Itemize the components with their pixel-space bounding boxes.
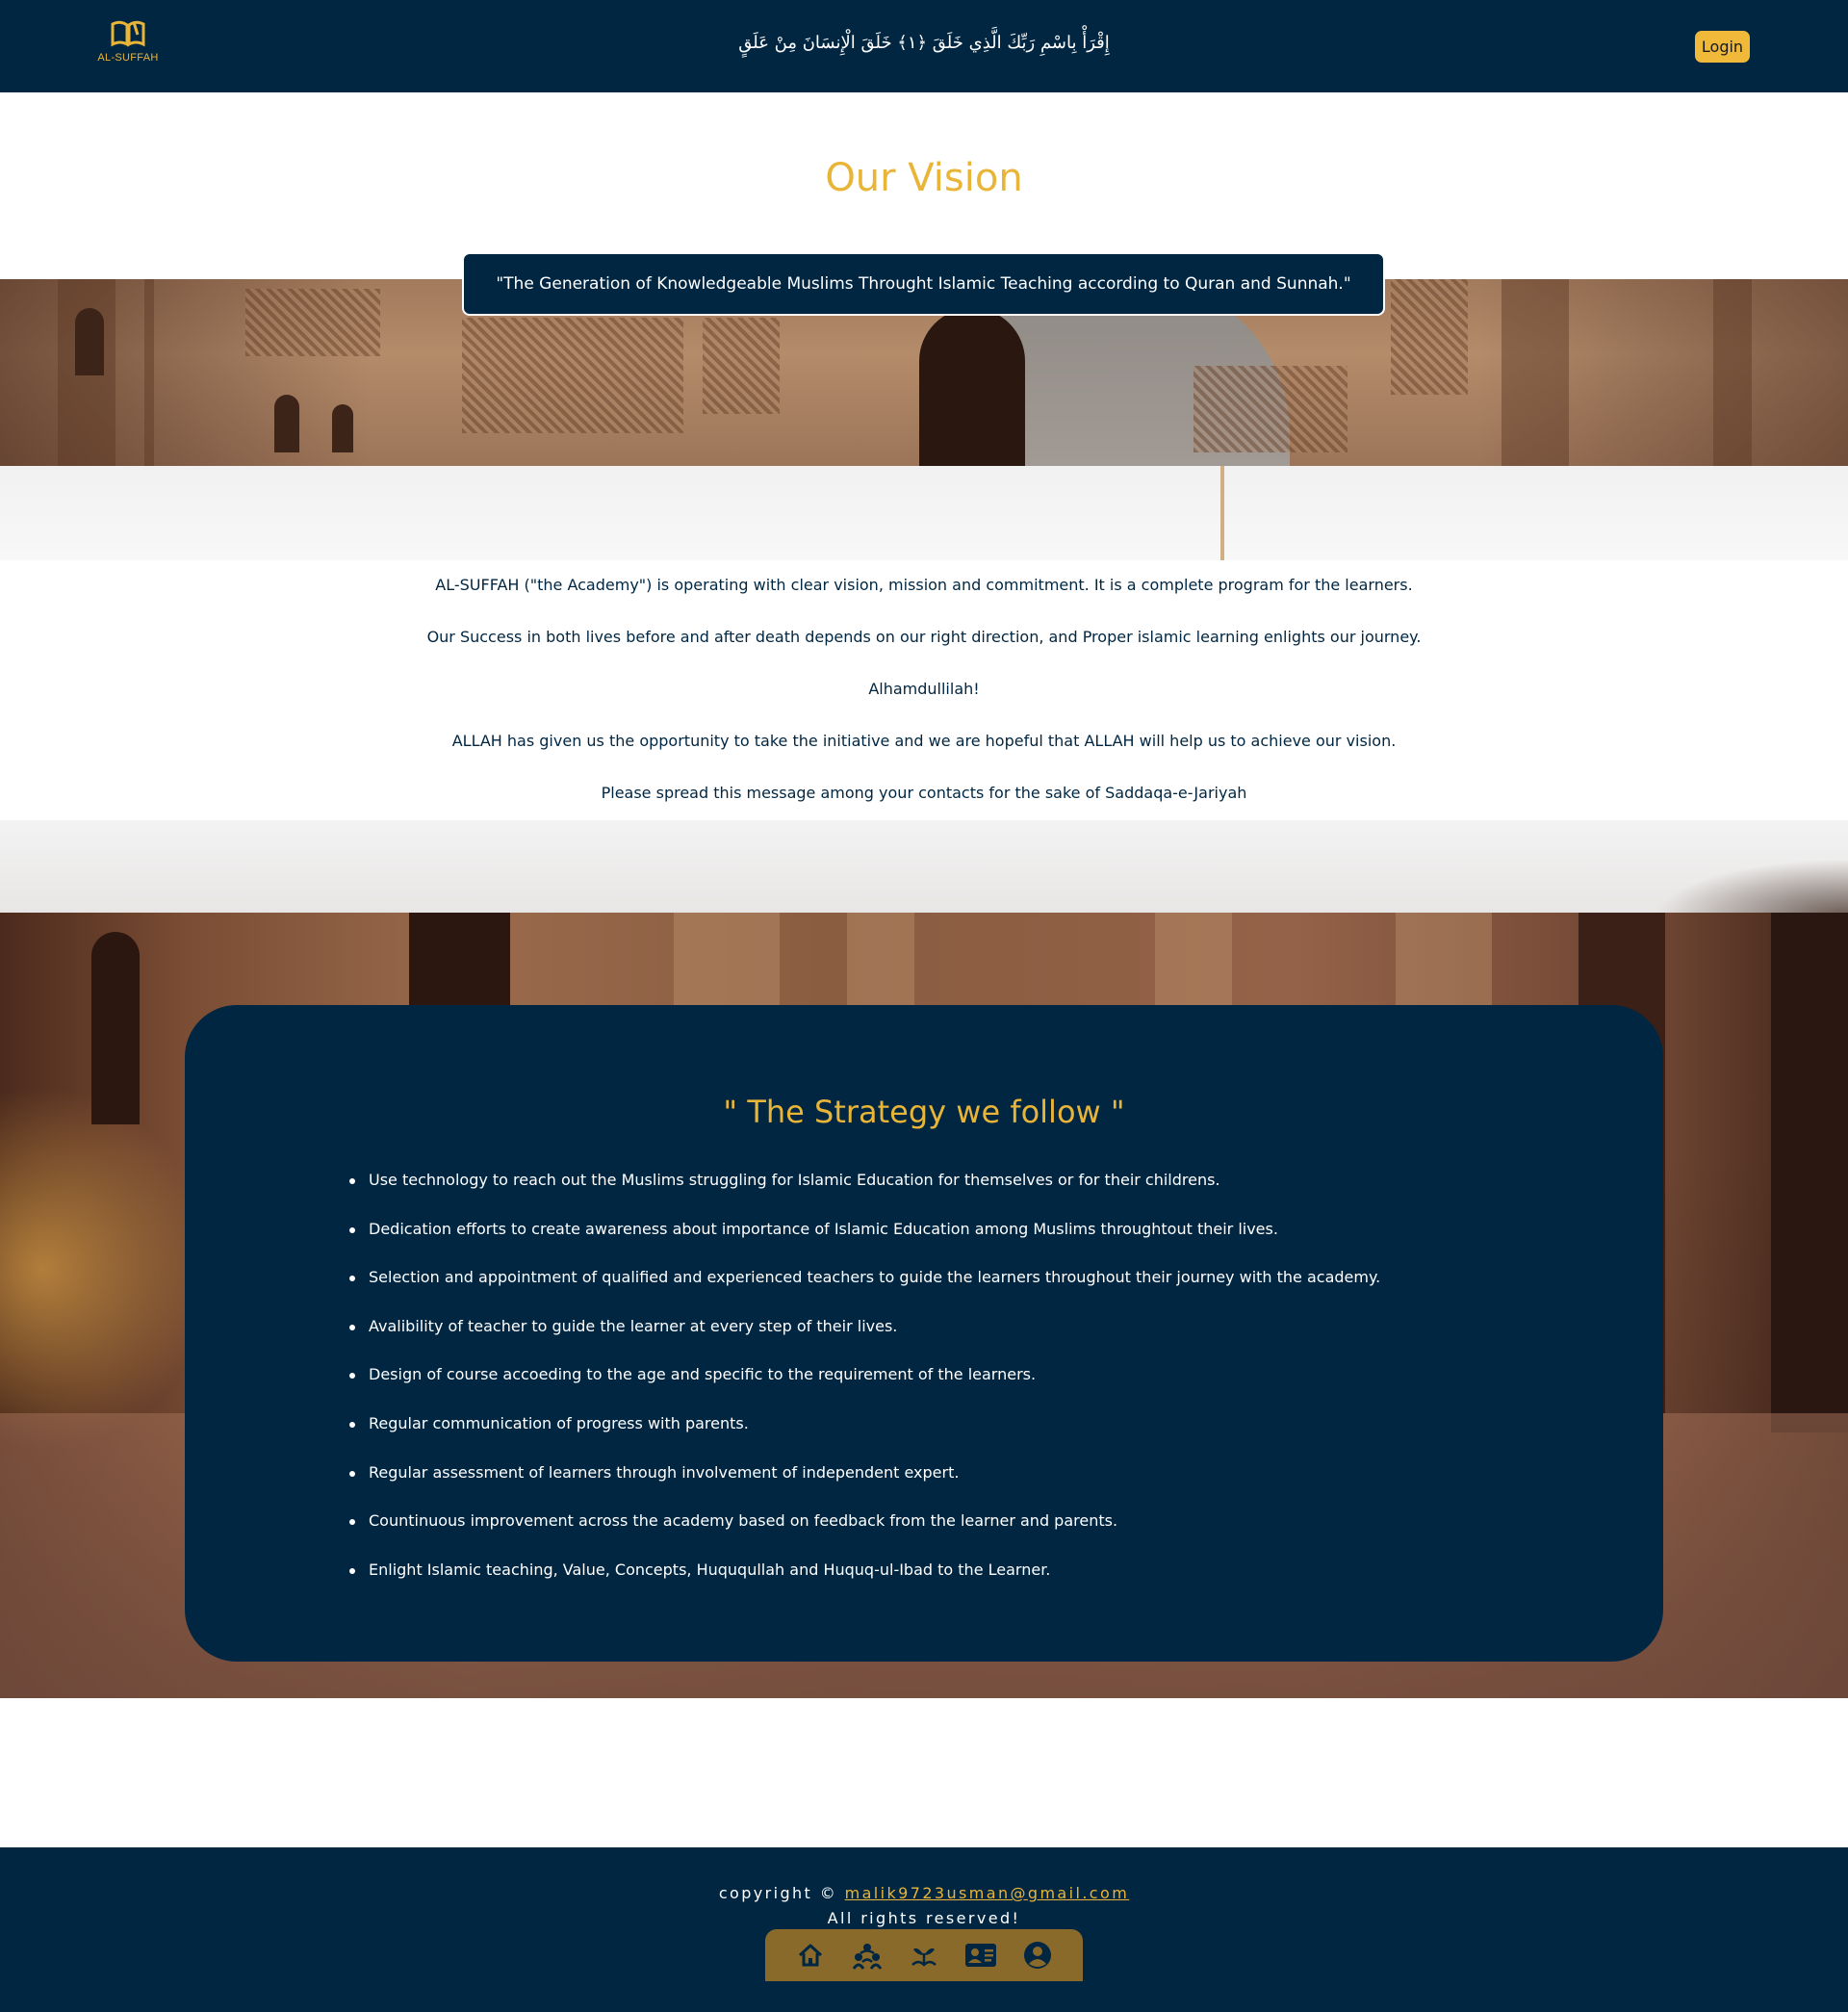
- strategy-item: Regular assessment of learners through i…: [349, 1463, 1380, 1512]
- plant-icon: [911, 1948, 937, 1967]
- strategy-list: Use technology to reach out the Muslims …: [349, 1171, 1380, 1609]
- strategy-item: Avalibility of teacher to guide the lear…: [349, 1317, 1380, 1366]
- bottom-nav-bar: [765, 1929, 1083, 1981]
- strategy-item: Enlight Islamic teaching, Value, Concept…: [349, 1561, 1380, 1610]
- strategy-item: Selection and appointment of qualified a…: [349, 1268, 1380, 1317]
- home-icon: [799, 1944, 823, 1967]
- about-paragraph: Our Success in both lives before and aft…: [426, 628, 1422, 646]
- top-navbar: AL-SUFFAH إِقْرَأْ بِاسْمِ رَبِّكَ الَّذ…: [0, 0, 1848, 92]
- user-circle-icon: [1023, 1942, 1051, 1969]
- quran-verse: إِقْرَأْ بِاسْمِ رَبِّكَ الَّذِي خَلَقَ …: [738, 33, 1110, 53]
- strategy-item: Use technology to reach out the Muslims …: [349, 1171, 1380, 1220]
- login-button[interactable]: Login: [1695, 31, 1750, 63]
- nav-profile-button[interactable]: [1018, 1936, 1057, 1974]
- about-paragraph: AL-SUFFAH ("the Academy") is operating w…: [435, 576, 1413, 594]
- strategy-title: " The Strategy we follow ": [723, 1094, 1125, 1130]
- about-paragraph: Alhamdullilah!: [868, 680, 980, 698]
- mist-strip: [0, 466, 1848, 560]
- strategy-item: Countinuous improvement across the acade…: [349, 1511, 1380, 1561]
- nav-courses-button[interactable]: [905, 1936, 943, 1974]
- nav-community-button[interactable]: [848, 1936, 886, 1974]
- strategy-item: Regular communication of progress with p…: [349, 1414, 1380, 1463]
- mist-strip: [0, 820, 1848, 916]
- nav-contact-button[interactable]: [962, 1936, 1000, 1974]
- vision-quote-box: "The Generation of Knowledgeable Muslims…: [462, 252, 1385, 316]
- vision-title: Our Vision: [825, 156, 1023, 200]
- nav-home-button[interactable]: [791, 1936, 830, 1974]
- contact-card-icon: [964, 1944, 996, 1967]
- strategy-item: Dedication efforts to create awareness a…: [349, 1220, 1380, 1269]
- strategy-card: " The Strategy we follow " Use technolog…: [185, 1005, 1663, 1662]
- copyright-line: copyright © malik9723usman@gmail.com: [0, 1884, 1848, 1902]
- strategy-item: Design of course accoeding to the age an…: [349, 1365, 1380, 1414]
- copyright-text: copyright ©: [718, 1884, 838, 1902]
- about-paragraph: Please spread this message among your co…: [601, 784, 1247, 802]
- about-section: AL-SUFFAH ("the Academy") is operating w…: [0, 560, 1848, 820]
- about-paragraph: ALLAH has given us the opportunity to ta…: [451, 732, 1397, 750]
- rights-text: All rights reserved!: [827, 1909, 1021, 1927]
- contact-email-link[interactable]: malik9723usman@gmail.com: [845, 1884, 1130, 1902]
- people-icon: [852, 1944, 883, 1970]
- logo-text: AL-SUFFAH: [97, 52, 159, 64]
- footer: copyright © malik9723usman@gmail.com All…: [0, 1847, 1848, 2012]
